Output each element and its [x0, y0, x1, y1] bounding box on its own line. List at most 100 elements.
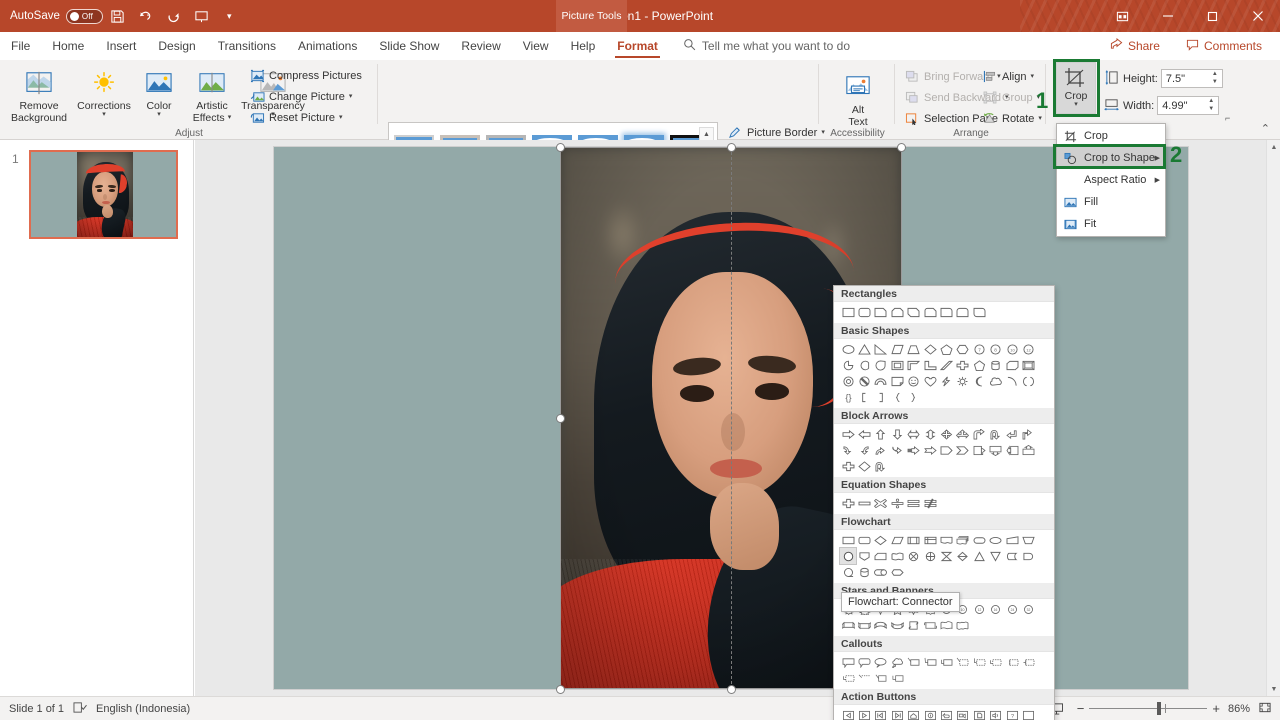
- fit-slide-icon[interactable]: [1258, 701, 1272, 717]
- shape-flowchart-magnetic-disk[interactable]: [856, 564, 872, 580]
- slide-thumbnail-1[interactable]: [29, 150, 178, 239]
- shape-flowchart-terminator[interactable]: [971, 532, 987, 548]
- shape-block-arc[interactable]: [873, 373, 889, 389]
- shape-flowchart-stored-data[interactable]: [1004, 548, 1020, 564]
- shape-quad-arrow[interactable]: [938, 426, 954, 442]
- shape-pentagon[interactable]: [938, 341, 954, 357]
- comments-button[interactable]: Comments: [1176, 34, 1272, 58]
- shape-vertical-scroll[interactable]: [906, 617, 922, 633]
- shape-not-equal[interactable]: [922, 495, 938, 511]
- zoom-slider[interactable]: − +: [1077, 701, 1220, 716]
- chevron-down-icon[interactable]: ▾: [1074, 102, 1078, 108]
- shape-folded-corner[interactable]: [889, 373, 905, 389]
- shape-line-callout-1-accent[interactable]: [1004, 654, 1020, 670]
- width-spinner[interactable]: ▲▼: [1206, 98, 1216, 113]
- align-button[interactable]: Align ▾: [982, 66, 1042, 87]
- shape-frame[interactable]: [889, 357, 905, 373]
- handle-bottom-left[interactable]: [556, 685, 565, 694]
- shape-bent-up-arrow[interactable]: [1020, 426, 1036, 442]
- shape-snip-same-side-corner-rectangle[interactable]: [889, 304, 905, 320]
- shape-flowchart-process[interactable]: [840, 532, 856, 548]
- shape-action-button-return[interactable]: [938, 707, 954, 720]
- shape-left-arrow-callout[interactable]: [1004, 442, 1020, 458]
- shape-oval-callout[interactable]: [873, 654, 889, 670]
- shape-flowchart-punched-tape[interactable]: [889, 548, 905, 564]
- chevron-down-icon[interactable]: ▾: [228, 115, 232, 121]
- handle-top-left[interactable]: [556, 143, 565, 152]
- shape-l-shape[interactable]: [922, 357, 938, 373]
- handle-bottom-center[interactable]: [727, 685, 736, 694]
- crop-menu-item-fit[interactable]: Fit: [1057, 213, 1165, 235]
- shape-left-up-arrow[interactable]: [1004, 426, 1020, 442]
- shape-oval[interactable]: [840, 341, 856, 357]
- shape-cloud[interactable]: [988, 373, 1004, 389]
- shape-left-arrow[interactable]: [856, 426, 872, 442]
- shape-trapezoid[interactable]: [906, 341, 922, 357]
- shape-line-callout-no-border-1[interactable]: [856, 670, 872, 686]
- shape-no-symbol[interactable]: [856, 373, 872, 389]
- shape-bent-arrow[interactable]: [971, 426, 987, 442]
- shape-line-callout-no-border-2[interactable]: [873, 670, 889, 686]
- shape-snip-diagonal-corner-rectangle[interactable]: [906, 304, 922, 320]
- shape-dodecagon[interactable]: 12: [1020, 341, 1036, 357]
- shape-notched-right-arrow[interactable]: [922, 442, 938, 458]
- shape-right-arrow-callout[interactable]: [971, 442, 987, 458]
- shape-curved-up-arrow[interactable]: [873, 442, 889, 458]
- shape-right-triangle[interactable]: [873, 341, 889, 357]
- shape-donut[interactable]: [840, 373, 856, 389]
- shape-flowchart-document[interactable]: [938, 532, 954, 548]
- rotate-button[interactable]: Rotate ▾: [982, 108, 1042, 129]
- shape-line-callout-1-border-accent[interactable]: [955, 654, 971, 670]
- tell-me-search[interactable]: Tell me what you want to do: [683, 38, 850, 54]
- shape-cloud-callout[interactable]: [889, 654, 905, 670]
- crop-menu-item-crop-to-shape[interactable]: Crop to Shape ▶: [1057, 147, 1165, 169]
- zoom-track[interactable]: [1089, 708, 1207, 709]
- shape-can[interactable]: [988, 357, 1004, 373]
- shape-rounded-rectangle[interactable]: [856, 304, 872, 320]
- shape-action-button-information[interactable]: [922, 707, 938, 720]
- shape-pentagon-arrow[interactable]: [938, 442, 954, 458]
- shape-up-down-arrow[interactable]: [922, 426, 938, 442]
- artistic-effects-button[interactable]: Artistic Effects ▾: [181, 62, 243, 124]
- shape-cross-arrow[interactable]: [840, 458, 856, 474]
- chevron-down-icon[interactable]: ▾: [1038, 116, 1042, 122]
- shape-round-single-corner-rectangle[interactable]: [938, 304, 954, 320]
- shape-right-arrow[interactable]: [840, 426, 856, 442]
- shape-star-16-point[interactable]: 16: [988, 601, 1004, 617]
- shape-double-wave[interactable]: [955, 617, 971, 633]
- width-input[interactable]: 4.99" ▲▼: [1157, 96, 1219, 115]
- scroll-up-icon[interactable]: ▲: [1267, 140, 1280, 154]
- shape-flowchart-data[interactable]: [889, 532, 905, 548]
- shape-star-32-point[interactable]: 32: [1020, 601, 1036, 617]
- shape-snip-and-round-corner-rectangle[interactable]: [922, 304, 938, 320]
- shape-chord[interactable]: [856, 357, 872, 373]
- shape-flowchart-merge[interactable]: [988, 548, 1004, 564]
- shape-parallelogram[interactable]: [889, 341, 905, 357]
- height-input[interactable]: 7.5" ▲▼: [1161, 69, 1223, 88]
- shape-pie[interactable]: [840, 357, 856, 373]
- shape-flowchart-delay[interactable]: [1020, 548, 1036, 564]
- shape-curved-down-arrow[interactable]: [889, 442, 905, 458]
- tab-slide-show[interactable]: Slide Show: [368, 32, 450, 60]
- shape-flowchart-decision[interactable]: [873, 532, 889, 548]
- shape-left-right-arrow[interactable]: [906, 426, 922, 442]
- tab-transitions[interactable]: Transitions: [207, 32, 287, 60]
- shape-hexagon[interactable]: [955, 341, 971, 357]
- shape-round-diagonal-corner-rectangle[interactable]: [971, 304, 987, 320]
- shape-chevron[interactable]: [955, 442, 971, 458]
- shape-action-button-forward[interactable]: [856, 707, 872, 720]
- shape-right-brace[interactable]: [906, 389, 922, 405]
- shape-cross[interactable]: [955, 357, 971, 373]
- shape-line-callout-3-accent[interactable]: [840, 670, 856, 686]
- shape-curved-down-ribbon[interactable]: [889, 617, 905, 633]
- shape-round-same-side-corner-rectangle[interactable]: [955, 304, 971, 320]
- tab-review[interactable]: Review: [450, 32, 511, 60]
- shape-heart[interactable]: [922, 373, 938, 389]
- zoom-thumb[interactable]: [1157, 702, 1161, 715]
- close-icon[interactable]: [1235, 0, 1280, 32]
- shape-equal[interactable]: [906, 495, 922, 511]
- chevron-down-icon[interactable]: ▾: [157, 112, 161, 118]
- shape-isosceles-triangle[interactable]: [856, 341, 872, 357]
- shape-curved-right-arrow[interactable]: [840, 442, 856, 458]
- shape-action-button-back[interactable]: [840, 707, 856, 720]
